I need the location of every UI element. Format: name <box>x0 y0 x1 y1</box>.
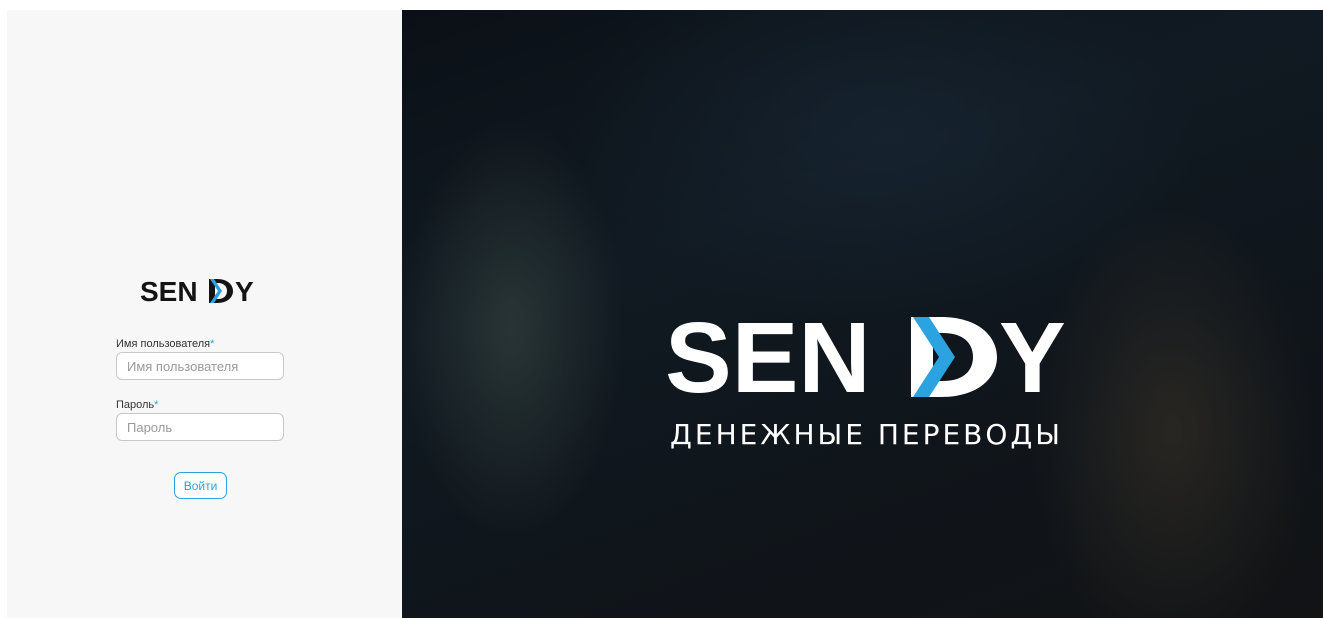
username-input[interactable] <box>116 352 284 380</box>
password-label: Пароль* <box>116 399 159 411</box>
svg-text:Y: Y <box>235 276 254 306</box>
required-mark: * <box>154 399 159 411</box>
sendy-logo: SEN Y <box>140 276 254 306</box>
required-mark: * <box>210 338 215 350</box>
svg-text:SEN: SEN <box>665 312 871 402</box>
svg-text:SEN: SEN <box>140 276 198 306</box>
password-input[interactable] <box>116 413 284 441</box>
hero-tagline: ДЕНЕЖНЫЕ ПЕРЕВОДЫ <box>670 418 1063 451</box>
sendy-hero-logo: SEN Y <box>665 312 1066 402</box>
username-label: Имя пользователя* <box>116 338 215 350</box>
login-button[interactable]: Войти <box>174 472 227 499</box>
hero-panel: SEN Y ДЕНЕЖНЫЕ ПЕРЕВОДЫ <box>402 10 1323 618</box>
login-panel: SEN Y Имя пользователя* Пароль* Войти <box>7 10 402 618</box>
page-frame: SEN Y Имя пользователя* Пароль* Войти SE… <box>7 10 1323 618</box>
username-field: Имя пользователя* <box>116 337 284 380</box>
password-field: Пароль* <box>116 398 284 441</box>
svg-text:Y: Y <box>999 312 1066 402</box>
